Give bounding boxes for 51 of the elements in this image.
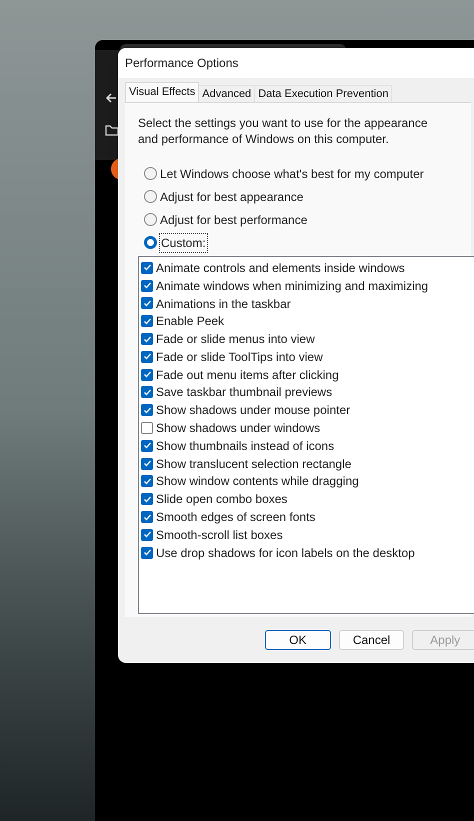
checkbox[interactable]: [141, 368, 153, 381]
description-text: Select the settings you want to use for the appearance and performance of Windows on this computer.: [138, 115, 429, 147]
checkbox[interactable]: [141, 475, 153, 488]
effect-option[interactable]: Animations in the taskbar: [141, 294, 474, 312]
checkbox[interactable]: [141, 440, 153, 452]
effect-option[interactable]: Show translucent selection rectangle: [141, 454, 474, 473]
effect-option[interactable]: Show shadows under mouse pointer: [141, 401, 474, 420]
checkbox[interactable]: [141, 546, 153, 559]
effect-option[interactable]: Show shadows under windows: [141, 419, 474, 437]
effect-option[interactable]: Smooth edges of screen fonts: [141, 508, 474, 526]
checkbox[interactable]: [141, 315, 153, 328]
radio-button[interactable]: [144, 167, 157, 180]
dialog-button[interactable]: Cancel: [338, 630, 404, 650]
back-arrow-icon[interactable]: [105, 92, 117, 104]
effect-option[interactable]: Show window contents while dragging: [141, 472, 474, 490]
radio-option[interactable]: Custom:: [144, 234, 458, 251]
effect-option[interactable]: Fade or slide ToolTips into view: [141, 348, 474, 366]
effect-option[interactable]: Show thumbnails instead of icons: [141, 436, 474, 455]
window-title: Performance Options: [125, 55, 238, 72]
checkbox[interactable]: [141, 386, 153, 398]
checkbox[interactable]: [141, 280, 153, 292]
radio-button[interactable]: [144, 190, 157, 203]
checkbox[interactable]: [141, 262, 153, 274]
radio-option[interactable]: Let Windows choose what's best for my computer: [144, 165, 458, 182]
radio-button[interactable]: [144, 213, 157, 226]
tab[interactable]: Advanced: [199, 85, 256, 102]
checkbox[interactable]: [141, 511, 153, 524]
effect-option[interactable]: Animate windows when minimizing and maximizing: [141, 276, 474, 295]
checkbox[interactable]: [141, 404, 153, 416]
dialog-button[interactable]: OK: [265, 630, 331, 650]
radio-button[interactable]: [144, 236, 157, 249]
checkbox[interactable]: [141, 333, 153, 346]
radio-option[interactable]: Adjust for best performance: [144, 211, 458, 228]
radio-option[interactable]: Adjust for best appearance: [144, 188, 458, 205]
effect-option[interactable]: Fade out menu items after clicking: [141, 366, 474, 384]
tab[interactable]: Data Execution Prevention: [255, 85, 392, 102]
checkbox[interactable]: [141, 297, 153, 310]
effect-option[interactable]: Smooth-scroll list boxes: [141, 526, 474, 544]
checkbox[interactable]: [141, 493, 153, 506]
checkbox[interactable]: [141, 350, 153, 363]
effect-option[interactable]: Save taskbar thumbnail previews: [141, 384, 474, 402]
checkbox[interactable]: [141, 458, 153, 470]
effect-option[interactable]: Use drop shadows for icon labels on the desktop: [141, 544, 474, 562]
tab[interactable]: Visual Effects: [125, 82, 200, 102]
checkbox[interactable]: [141, 422, 153, 434]
effect-option[interactable]: Fade or slide menus into view: [141, 330, 474, 348]
effect-option[interactable]: Slide open combo boxes: [141, 490, 474, 508]
effect-option[interactable]: Animate controls and elements inside windows: [141, 259, 474, 277]
folder-icon[interactable]: [105, 124, 119, 136]
checkbox[interactable]: [141, 528, 153, 541]
effect-option[interactable]: Enable Peek: [141, 312, 474, 330]
